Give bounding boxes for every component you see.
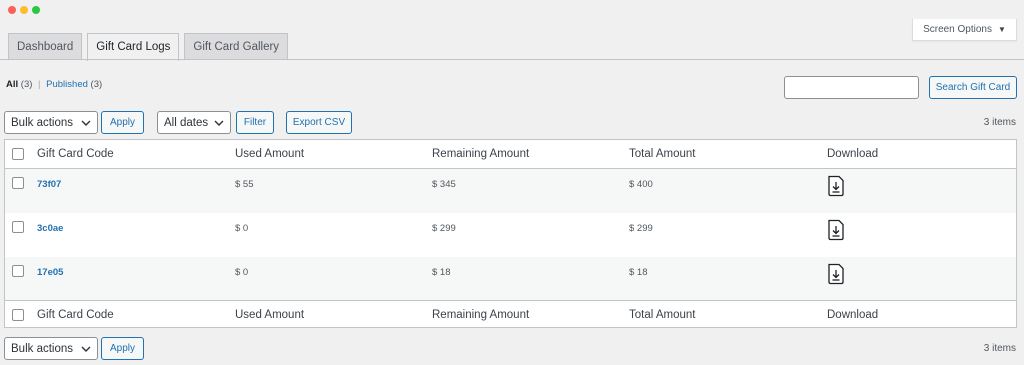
remaining-amount: $ 345 — [432, 179, 456, 190]
column-footer-total-amount: Total Amount — [629, 309, 696, 321]
column-footer-gift-card-code[interactable]: Gift Card Code — [37, 309, 114, 321]
export-csv-button[interactable]: Export CSV — [286, 111, 352, 134]
used-amount: $ 55 — [235, 179, 254, 190]
chevron-down-icon — [81, 346, 91, 352]
date-filter-value: All dates — [164, 116, 209, 129]
bulk-actions-select-bottom[interactable]: Bulk actions — [4, 337, 98, 360]
download-icon[interactable] — [825, 263, 847, 285]
table-row: 17e05 $ 0 $ 18 $ 18 — [5, 257, 1016, 300]
table-row: 3c0ae $ 0 $ 299 $ 299 — [5, 213, 1016, 257]
search-gift-card-button[interactable]: Search Gift Card — [929, 76, 1017, 99]
total-amount: $ 400 — [629, 179, 653, 190]
column-header-download: Download — [827, 148, 879, 160]
date-filter-select[interactable]: All dates — [157, 111, 231, 134]
filter-all-link[interactable]: All (3) — [6, 79, 32, 90]
screen-options-label: Screen Options — [923, 24, 992, 35]
close-window-button[interactable] — [8, 6, 16, 14]
status-filter-links: All (3) | Published (3) — [6, 79, 102, 90]
chevron-down-icon — [214, 120, 224, 126]
caret-down-icon: ▼ — [998, 25, 1006, 34]
column-footer-download: Download — [827, 309, 879, 321]
filter-published-link[interactable]: Published (3) — [46, 79, 102, 90]
tab-divider — [0, 59, 1024, 60]
column-footer-remaining-amount: Remaining Amount — [432, 309, 530, 321]
maximize-window-button[interactable] — [32, 6, 40, 14]
bulk-actions-value: Bulk actions — [11, 116, 74, 129]
column-header-total-amount: Total Amount — [629, 148, 696, 160]
screen-options-button[interactable]: Screen Options ▼ — [912, 19, 1017, 41]
tab-bar: Dashboard Gift Card Logs Gift Card Galle… — [8, 33, 289, 61]
select-all-checkbox[interactable] — [12, 148, 24, 160]
tab-gift-card-gallery[interactable]: Gift Card Gallery — [184, 33, 289, 60]
bulk-actions-value: Bulk actions — [11, 342, 74, 355]
items-count: 3 items — [983, 117, 1016, 128]
table-header-row: Gift Card Code Used Amount Remaining Amo… — [5, 140, 1016, 169]
column-header-gift-card-code[interactable]: Gift Card Code — [37, 148, 114, 160]
column-footer-used-amount: Used Amount — [235, 309, 305, 321]
column-header-remaining-amount: Remaining Amount — [432, 148, 530, 160]
filter-button[interactable]: Filter — [236, 111, 274, 134]
select-all-checkbox-footer[interactable] — [12, 309, 24, 321]
used-amount: $ 0 — [235, 223, 249, 234]
remaining-amount: $ 299 — [432, 223, 456, 234]
minimize-window-button[interactable] — [20, 6, 28, 14]
download-icon[interactable] — [825, 175, 847, 197]
apply-button-bottom[interactable]: Apply — [101, 337, 144, 360]
remaining-amount: $ 18 — [432, 267, 451, 278]
table-footer-row: Gift Card Code Used Amount Remaining Amo… — [5, 300, 1016, 328]
gift-card-logs-table: Gift Card Code Used Amount Remaining Amo… — [4, 139, 1017, 328]
filter-separator: | — [38, 79, 41, 90]
bulk-actions-select[interactable]: Bulk actions — [4, 111, 98, 134]
gift-card-code-link[interactable]: 3c0ae — [37, 223, 63, 234]
gift-card-code-link[interactable]: 73f07 — [37, 179, 61, 190]
total-amount: $ 299 — [629, 223, 653, 234]
search-input[interactable] — [784, 76, 919, 99]
row-checkbox[interactable] — [12, 265, 24, 277]
chevron-down-icon — [81, 120, 91, 126]
row-checkbox[interactable] — [12, 177, 24, 189]
window-titlebar — [0, 0, 1024, 20]
row-checkbox[interactable] — [12, 221, 24, 233]
total-amount: $ 18 — [629, 267, 648, 278]
table-row: 73f07 $ 55 $ 345 $ 400 — [5, 169, 1016, 213]
column-header-used-amount: Used Amount — [235, 148, 305, 160]
tab-gift-card-logs[interactable]: Gift Card Logs — [87, 33, 180, 61]
used-amount: $ 0 — [235, 267, 249, 278]
gift-card-code-link[interactable]: 17e05 — [37, 267, 63, 278]
tab-dashboard[interactable]: Dashboard — [8, 33, 83, 60]
items-count-bottom: 3 items — [983, 343, 1016, 354]
download-icon[interactable] — [825, 219, 847, 241]
apply-button[interactable]: Apply — [101, 111, 144, 134]
